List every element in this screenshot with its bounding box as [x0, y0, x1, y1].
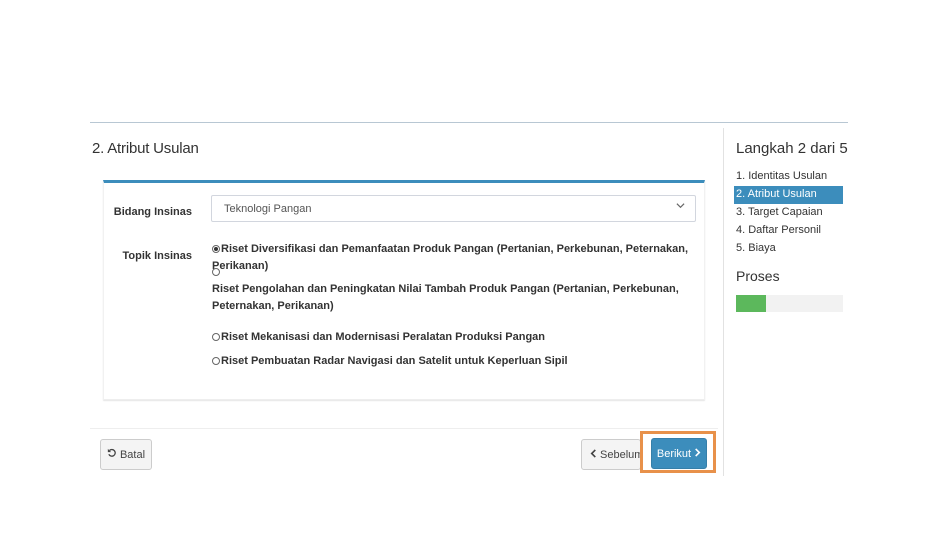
bidang-select-value: Teknologi Pangan	[224, 203, 312, 215]
sidebar-divider	[723, 128, 724, 476]
topik-option-4[interactable]: Riset Pembuatan Radar Navigasi dan Satel…	[212, 353, 692, 370]
bidang-select[interactable]: Teknologi Pangan	[211, 195, 696, 222]
section-title: 2. Atribut Usulan	[92, 140, 199, 157]
step-item[interactable]: 4. Daftar Personil	[734, 222, 843, 240]
step-item[interactable]: 3. Target Capaian	[734, 204, 843, 222]
step-list: 1. Identitas Usulan 2. Atribut Usulan 3.…	[734, 168, 843, 258]
chevron-right-icon	[694, 447, 701, 460]
footer-divider	[90, 428, 718, 429]
step-item-active[interactable]: 2. Atribut Usulan	[734, 186, 843, 204]
proses-title: Proses	[736, 268, 780, 284]
top-divider	[90, 122, 848, 123]
radio-button[interactable]	[212, 357, 220, 365]
batal-label: Batal	[119, 448, 146, 461]
topik-option-label: Riset Mekanisasi dan Modernisasi Peralat…	[221, 331, 546, 343]
topik-option-2[interactable]: Riset Pengolahan dan Peningkatan Nilai T…	[212, 264, 692, 315]
progress-fill	[736, 295, 766, 312]
sebelum-label: Sebelum	[600, 448, 641, 461]
chevron-left-icon	[590, 448, 597, 461]
batal-button[interactable]: Batal	[100, 439, 152, 470]
topik-option-label: Riset Pengolahan dan Peningkatan Nilai T…	[212, 283, 679, 312]
form-panel: Bidang Insinas Teknologi Pangan Topik In…	[103, 180, 705, 400]
topik-option-label: Riset Pembuatan Radar Navigasi dan Satel…	[221, 355, 568, 367]
berikut-label: Berikut	[656, 447, 692, 460]
undo-icon	[107, 448, 117, 461]
bidang-label: Bidang Insinas	[113, 206, 192, 218]
progress-bar	[736, 295, 843, 312]
chevron-down-icon	[676, 201, 685, 213]
step-item[interactable]: 1. Identitas Usulan	[734, 168, 843, 186]
step-item[interactable]: 5. Biaya	[734, 240, 843, 258]
topik-label: Topik Insinas	[122, 250, 192, 262]
radio-button[interactable]	[212, 333, 220, 341]
sebelum-button[interactable]: Sebelum	[581, 439, 641, 470]
radio-button-checked[interactable]	[212, 245, 220, 253]
radio-button[interactable]	[212, 268, 220, 276]
berikut-button[interactable]: Berikut	[651, 438, 707, 469]
step-counter-title: Langkah 2 dari 5	[736, 140, 848, 157]
topik-option-3[interactable]: Riset Mekanisasi dan Modernisasi Peralat…	[212, 329, 692, 346]
